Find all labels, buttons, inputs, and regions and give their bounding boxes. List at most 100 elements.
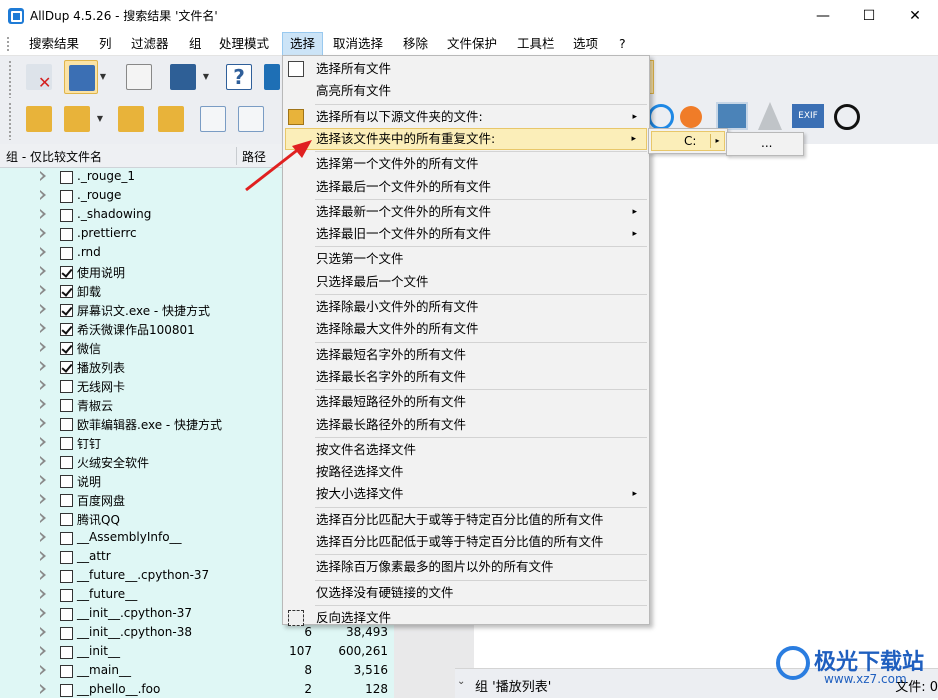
vlc-icon[interactable]	[758, 102, 782, 130]
menu-item[interactable]: 只选第一个文件	[285, 248, 647, 270]
tree-row[interactable]: 青椒云	[0, 396, 282, 415]
tree-row[interactable]: 无线网卡	[0, 377, 282, 396]
expand-arrow-icon[interactable]	[40, 437, 46, 447]
row-checkbox[interactable]	[60, 627, 73, 640]
row-checkbox[interactable]	[60, 285, 73, 298]
audio-icon[interactable]	[834, 104, 860, 130]
ie-icon[interactable]	[648, 104, 674, 130]
expand-arrow-icon[interactable]	[40, 323, 46, 333]
row-checkbox[interactable]	[60, 456, 73, 469]
menu-process-mode[interactable]: 处理模式	[212, 32, 276, 56]
menu-item[interactable]: 选择最后一个文件外的所有文件	[285, 176, 647, 198]
tree-row[interactable]: __future__	[0, 586, 282, 605]
menu-item[interactable]: 选择最短名字外的所有文件	[285, 344, 647, 366]
expand-arrow-icon[interactable]	[40, 570, 46, 580]
expand-arrow-icon[interactable]	[40, 380, 46, 390]
tree-row[interactable]: 百度网盘	[0, 491, 282, 510]
row-checkbox[interactable]	[60, 361, 73, 374]
row-checkbox[interactable]	[60, 494, 73, 507]
tree-row[interactable]: 腾讯QQ	[0, 510, 282, 529]
menu-item[interactable]: 选择除百万像素最多的图片以外的所有文件	[285, 556, 647, 578]
next-group-button[interactable]	[60, 102, 94, 136]
expand-arrow-icon[interactable]	[40, 361, 46, 371]
menu-item[interactable]: 选择所有文件	[285, 58, 647, 80]
exit-button[interactable]	[262, 60, 280, 94]
group-nav-dropdown[interactable]: ▼	[96, 102, 104, 136]
menu-item[interactable]: 选择最长名字外的所有文件	[285, 366, 647, 388]
menu-help[interactable]: ?	[612, 32, 633, 56]
save-dropdown[interactable]: ▼	[202, 60, 210, 94]
menu-options[interactable]: 选项	[566, 32, 605, 56]
row-checkbox[interactable]	[60, 304, 73, 317]
expand-arrow-icon[interactable]	[40, 456, 46, 466]
tree-row[interactable]: __init__.cpython-38	[0, 624, 282, 643]
row-checkbox[interactable]	[60, 570, 73, 583]
row-checkbox[interactable]	[60, 247, 73, 260]
menu-deselect[interactable]: 取消选择	[326, 32, 390, 56]
minimize-button[interactable]: —	[800, 0, 846, 32]
row-checkbox[interactable]	[60, 475, 73, 488]
expand-arrow-icon[interactable]	[40, 190, 46, 200]
view-mode-dropdown[interactable]: ▼	[99, 60, 107, 94]
menu-remove[interactable]: 移除	[396, 32, 435, 56]
menu-item[interactable]: 按路径选择文件	[285, 461, 647, 483]
expand-arrow-icon[interactable]	[40, 665, 46, 675]
tree-row[interactable]: .prettierrc	[0, 225, 282, 244]
menu-item[interactable]: 选择第一个文件外的所有文件	[285, 153, 647, 175]
tree-row[interactable]: __main__	[0, 662, 282, 681]
tree-row[interactable]: __init__.cpython-37	[0, 605, 282, 624]
expand-arrow-icon[interactable]	[40, 304, 46, 314]
row-checkbox[interactable]	[60, 513, 73, 526]
expand-arrow-icon[interactable]	[40, 475, 46, 485]
row-checkbox[interactable]	[60, 589, 73, 602]
menu-toolbar[interactable]: 工具栏	[510, 32, 562, 56]
row-checkbox[interactable]	[60, 380, 73, 393]
chevron-down-icon[interactable]: ⌄	[457, 676, 465, 687]
tree-row[interactable]: __attr	[0, 548, 282, 567]
expand-arrow-icon[interactable]	[40, 513, 46, 523]
row-checkbox[interactable]	[60, 266, 73, 279]
submenu-item-ellipsis[interactable]: ...	[761, 136, 772, 150]
column-name-header[interactable]: 组 - 仅比较文件名	[6, 148, 102, 165]
menu-select[interactable]: 选择	[282, 32, 324, 56]
row-checkbox[interactable]	[60, 228, 73, 241]
row-checkbox[interactable]	[60, 551, 73, 564]
menu-item[interactable]: 选择所有以下源文件夹的文件: ▸	[285, 106, 647, 128]
expand-arrow-icon[interactable]	[40, 209, 46, 219]
expand-arrow-icon[interactable]	[40, 532, 46, 542]
row-checkbox[interactable]	[60, 665, 73, 678]
tree-row[interactable]: .rnd	[0, 244, 282, 263]
tree-row[interactable]: 说明	[0, 472, 282, 491]
tree-row[interactable]: 火绒安全软件	[0, 453, 282, 472]
menu-item[interactable]: 选择该文件夹中的所有重复文件: ▸	[285, 127, 647, 150]
menu-file-protect[interactable]: 文件保护	[440, 32, 504, 56]
menu-item[interactable]: 选择最短路径外的所有文件	[285, 391, 647, 413]
column-separator[interactable]	[236, 147, 237, 165]
menu-columns[interactable]: 列	[92, 32, 119, 56]
exif-icon[interactable]: EXIF	[792, 104, 824, 128]
close-button[interactable]: ✕	[892, 0, 938, 32]
menu-item[interactable]: 选择最长路径外的所有文件	[285, 414, 647, 436]
tree-row[interactable]: ._shadowing	[0, 206, 282, 225]
expand-arrow-icon[interactable]	[40, 608, 46, 618]
row-checkbox[interactable]	[60, 437, 73, 450]
menu-search-results[interactable]: 搜索结果	[22, 32, 86, 56]
prev-group-button[interactable]	[22, 102, 56, 136]
move-down-button[interactable]	[234, 102, 268, 136]
menu-item[interactable]: 选择百分比匹配大于或等于特定百分比值的所有文件	[285, 509, 647, 531]
row-checkbox[interactable]	[60, 190, 73, 203]
row-checkbox[interactable]	[60, 608, 73, 621]
tree-row[interactable]: 希沃微课作品100801	[0, 320, 282, 339]
image-icon[interactable]	[716, 102, 748, 130]
menu-item[interactable]: 按文件名选择文件	[285, 439, 647, 461]
expand-arrow-icon[interactable]	[40, 684, 46, 694]
expand-arrow-icon[interactable]	[40, 551, 46, 561]
row-checkbox[interactable]	[60, 323, 73, 336]
menu-item[interactable]: 仅选择没有硬链接的文件	[285, 582, 647, 604]
tree-row[interactable]: 钉钉	[0, 434, 282, 453]
menu-item[interactable]: 选择除最小文件外的所有文件	[285, 296, 647, 318]
menu-item[interactable]: 只选择最后一个文件	[285, 271, 647, 293]
row-checkbox[interactable]	[60, 684, 73, 697]
expand-arrow-icon[interactable]	[40, 399, 46, 409]
tree-row[interactable]: 欧菲编辑器.exe - 快捷方式	[0, 415, 282, 434]
